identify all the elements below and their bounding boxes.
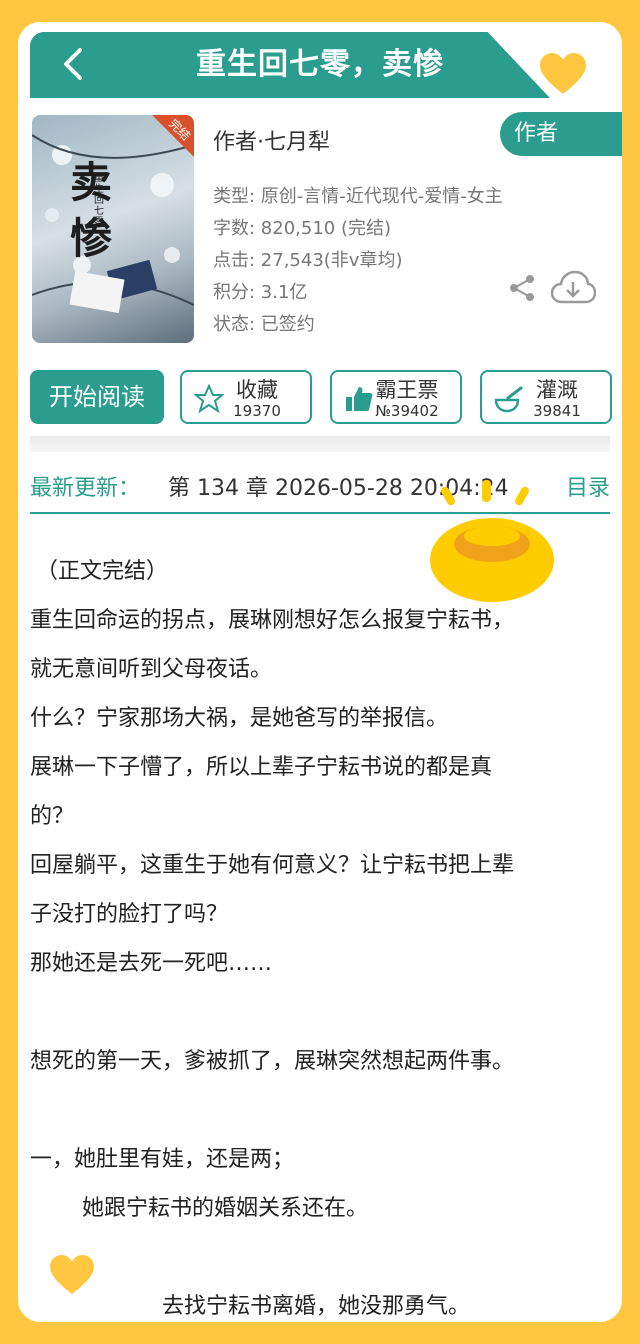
book-detail-card: 重生回七零，卖惨 完结 卖惨 重生回七零 作者·七月犁 作者 类型: 原创-言情… (18, 22, 622, 1322)
synopsis-line: 子没打的脸打了吗？ (30, 902, 229, 927)
synopsis-line: 想死的第一天，爹被抓了，展琳突然想起两件事。 (30, 1049, 515, 1074)
back-arrow-icon[interactable] (58, 46, 88, 82)
synopsis-text: （正文完结） 重生回命运的拐点，展琳刚想好怎么报复宁耘书， 就无意间听到父母夜话… (30, 547, 610, 1322)
book-type: 类型: 原创-言情-近代现代-爱情-女主 (213, 186, 503, 207)
synopsis-line: 她跟宁耘书的婚姻关系还在。 (82, 1196, 369, 1221)
ticket-button[interactable]: 霸王票 №39402 (330, 370, 462, 424)
synopsis-line: 一，她肚里有娃，还是两； (30, 1147, 295, 1172)
water-count: 39841 (533, 402, 581, 420)
start-reading-button[interactable]: 开始阅读 (30, 370, 164, 424)
section-divider (30, 436, 610, 452)
synopsis-line: 那她还是去死一死吧…… (30, 951, 273, 976)
author-button[interactable]: 作者 (500, 112, 622, 156)
score: 积分: 3.1亿 (213, 282, 308, 303)
water-button[interactable]: 灌溉 39841 (480, 370, 612, 424)
synopsis-line: 就无意间听到父母夜话。 (30, 657, 273, 682)
table-of-contents-link[interactable]: 目录 (566, 470, 610, 502)
favorite-count: 19370 (233, 402, 281, 420)
synopsis-line: 什么？宁家那场大祸，是她爸写的举报信。 (30, 706, 449, 731)
synopsis-line: 回屋躺平，这重生于她有何意义？让宁耘书把上辈 (30, 853, 515, 878)
synopsis-line: 展琳一下子懵了，所以上辈子宁耘书说的都是真 (30, 755, 493, 780)
download-cloud-icon[interactable] (550, 270, 596, 306)
heart-icon (50, 1254, 94, 1295)
favorite-button[interactable]: 收藏 19370 (180, 370, 312, 424)
author-name[interactable]: 作者·七月犁 (213, 124, 330, 156)
cover-subtitle: 重生回七零 (94, 173, 104, 228)
cover-art (32, 115, 194, 314)
water-label: 灌溉 (536, 378, 578, 402)
synopsis-line: 去找宁耘书离婚，她没那勇气。 (162, 1294, 471, 1319)
synopsis-line (30, 1086, 610, 1135)
synopsis-line (30, 988, 610, 1037)
latest-update-label: 最新更新： (30, 476, 141, 501)
title-bar: 重生回七零，卖惨 (30, 32, 550, 98)
ticket-label: 霸王票 (375, 378, 439, 402)
heart-icon (540, 53, 586, 94)
word-count: 字数: 820,510 (完结) (213, 218, 391, 239)
synopsis-line (30, 1233, 610, 1282)
book-cover[interactable]: 完结 卖惨 重生回七零 (32, 115, 194, 343)
ticket-count: №39402 (375, 402, 439, 420)
sign-status: 状态: 已签约 (213, 314, 315, 335)
page-title: 重生回七零，卖惨 (196, 47, 444, 82)
synopsis-line: （正文完结） (36, 559, 169, 584)
share-icon[interactable] (508, 274, 536, 302)
synopsis-line: 重生回命运的拐点，展琳刚想好怎么报复宁耘书， (30, 608, 515, 633)
synopsis-line: 的？ (30, 804, 75, 829)
click-count: 点击: 27,543(非v章均) (213, 250, 403, 271)
favorite-label: 收藏 (236, 378, 278, 402)
